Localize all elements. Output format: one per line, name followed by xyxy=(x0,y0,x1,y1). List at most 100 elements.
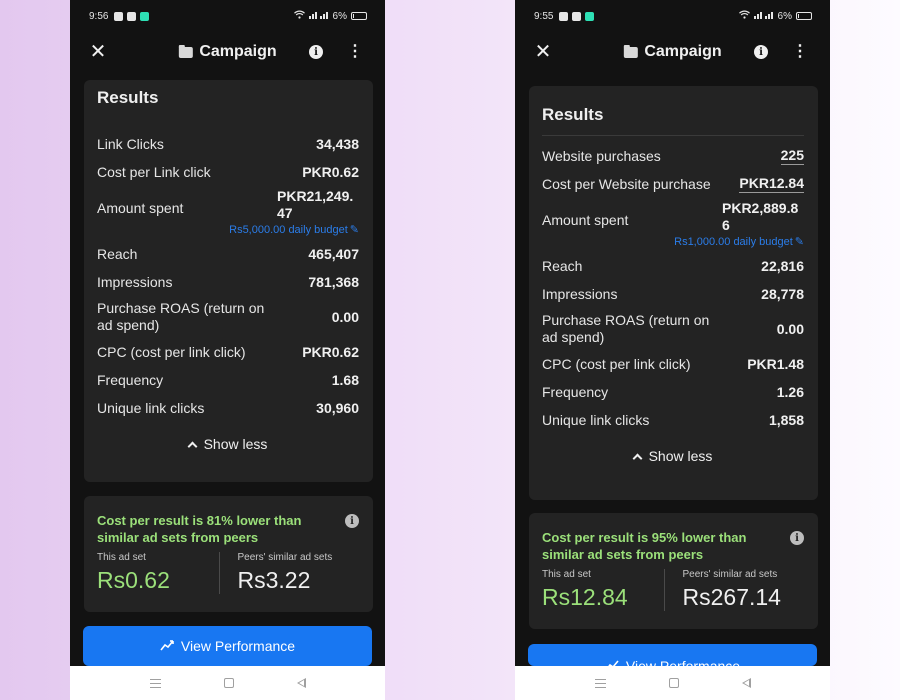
metric-row: Cost per Link click PKR0.62 xyxy=(97,158,359,186)
trend-icon xyxy=(605,659,619,666)
facebook-icon xyxy=(559,11,569,21)
snapchat-icon xyxy=(127,11,137,21)
more-options-button[interactable]: ⋮ xyxy=(347,44,363,60)
facebook-icon xyxy=(114,11,124,21)
peers-column: Peers' similar ad sets Rs3.22 xyxy=(218,552,360,594)
close-button[interactable]: ✕ xyxy=(88,42,108,62)
metric-label: Impressions xyxy=(97,273,173,290)
peers-column: Peers' similar ad sets Rs267.14 xyxy=(663,569,805,611)
metric-row: Amount spent PKR2,889.8 6 xyxy=(542,198,804,234)
comparison-text: Cost per result is 95% lower than simila… xyxy=(542,530,747,562)
back-icon[interactable] xyxy=(741,678,751,688)
peers-label: Peers' similar ad sets xyxy=(682,569,778,580)
chevron-up-icon xyxy=(632,453,643,463)
metric-label: Frequency xyxy=(542,383,609,400)
snapchat-icon xyxy=(572,11,582,21)
notification-icons xyxy=(114,11,150,21)
signal-icon xyxy=(753,10,774,22)
recent-apps-icon[interactable] xyxy=(149,678,161,688)
peers-value: Rs3.22 xyxy=(237,567,311,593)
daily-budget-link[interactable]: Rs1,000.00 daily budget ✎ xyxy=(542,234,804,252)
metric-label: Unique link clicks xyxy=(542,411,650,428)
page-title: Campaign xyxy=(178,43,277,61)
this-ad-set-column: This ad set Rs0.62 xyxy=(97,552,219,594)
metric-label: CPC (cost per link click) xyxy=(97,343,246,360)
metric-label: Frequency xyxy=(97,371,164,388)
info-button[interactable]: i xyxy=(754,45,768,59)
metric-row: Reach 465,407 xyxy=(97,240,359,268)
metric-value[interactable]: 225 xyxy=(780,147,804,165)
this-ad-set-label: This ad set xyxy=(542,569,591,580)
results-card: Results Website purchases 225 Cost per W… xyxy=(529,86,818,500)
info-icon[interactable]: i xyxy=(790,531,804,545)
metric-row: Link Clicks 34,438 xyxy=(97,130,359,158)
metric-row: CPC (cost per link click) PKR1.48 xyxy=(542,350,804,378)
metric-row: Unique link clicks 1,858 xyxy=(542,406,804,434)
signal-icon xyxy=(308,10,329,22)
status-time: 9:55 xyxy=(534,10,554,22)
metric-row: Purchase ROAS (return on ad spend) 0.00 xyxy=(542,308,804,350)
notification-icons xyxy=(559,11,595,21)
battery-icon xyxy=(351,12,367,20)
metric-value[interactable]: PKR12.84 xyxy=(739,175,804,193)
view-performance-button[interactable]: View Performance xyxy=(528,644,817,666)
status-bar: 9:55 6% xyxy=(515,0,830,32)
view-performance-button[interactable]: View Performance xyxy=(83,626,372,666)
peers-value: Rs267.14 xyxy=(682,584,781,610)
metric-row: Reach 22,816 xyxy=(542,252,804,280)
results-title: Results xyxy=(97,88,159,107)
home-icon[interactable] xyxy=(223,678,234,688)
pencil-icon: ✎ xyxy=(794,236,804,248)
phone-screen-left: 9:56 6% ✕ Campaign i ⋮ Results Link Clic… xyxy=(70,0,385,700)
close-button[interactable]: ✕ xyxy=(533,42,553,62)
metric-row: Impressions 781,368 xyxy=(97,268,359,296)
status-indicators: 6% xyxy=(738,10,812,22)
metric-label: Reach xyxy=(542,257,583,274)
recent-apps-icon[interactable] xyxy=(594,678,606,688)
metric-row: Purchase ROAS (return on ad spend) 0.00 xyxy=(97,296,359,338)
metric-row: Impressions 28,778 xyxy=(542,280,804,308)
peer-comparison-card: Cost per result is 81% lower than simila… xyxy=(84,496,373,612)
metric-row: Cost per Website purchase PKR12.84 xyxy=(542,170,804,198)
metric-value: 0.00 xyxy=(776,321,804,337)
app-header: ✕ Campaign i ⋮ xyxy=(70,32,385,72)
metric-value: 465,407 xyxy=(308,246,359,262)
this-ad-set-value: Rs0.62 xyxy=(97,567,170,593)
metric-value: 28,778 xyxy=(761,286,804,302)
home-icon[interactable] xyxy=(668,678,679,688)
metric-value: PKR1.48 xyxy=(747,356,804,372)
show-less-label: Show less xyxy=(203,436,268,452)
comparison-text: Cost per result is 81% lower than simila… xyxy=(97,513,302,545)
metric-row: Frequency 1.26 xyxy=(542,378,804,406)
metric-value: 1.68 xyxy=(331,372,359,388)
peer-comparison-card: Cost per result is 95% lower than simila… xyxy=(529,513,818,629)
chevron-up-icon xyxy=(187,441,198,451)
metric-value: 34,438 xyxy=(316,136,359,152)
show-less-button[interactable]: Show less xyxy=(542,434,804,478)
metric-value: PKR21,249. 47 xyxy=(277,188,354,221)
status-time: 9:56 xyxy=(89,10,109,22)
back-icon[interactable] xyxy=(296,678,306,688)
phone-screen-right: 9:55 6% ✕ Campaign i ⋮ Results Website p… xyxy=(515,0,830,700)
wifi-icon xyxy=(738,10,750,22)
app-notification-icon xyxy=(140,11,150,21)
trend-icon xyxy=(160,639,174,654)
view-performance-label: View Performance xyxy=(625,658,741,666)
metric-label: Impressions xyxy=(542,285,618,302)
status-bar: 9:56 6% xyxy=(70,0,385,32)
view-performance-label: View Performance xyxy=(180,638,296,654)
this-ad-set-column: This ad set Rs12.84 xyxy=(542,569,664,611)
battery-percent: 6% xyxy=(332,10,347,22)
info-icon[interactable]: i xyxy=(345,514,359,528)
page-title-text: Campaign xyxy=(644,43,722,60)
peers-label: Peers' similar ad sets xyxy=(237,552,333,563)
metric-value: PKR2,889.8 6 xyxy=(722,200,799,233)
metric-value: PKR0.62 xyxy=(302,164,359,180)
show-less-button[interactable]: Show less xyxy=(97,422,359,466)
system-nav-bar xyxy=(70,666,385,700)
results-card: Results Link Clicks 34,438 Cost per Link… xyxy=(84,80,373,482)
wifi-icon xyxy=(293,10,305,22)
info-button[interactable]: i xyxy=(309,45,323,59)
daily-budget-link[interactable]: Rs5,000.00 daily budget ✎ xyxy=(97,222,359,240)
more-options-button[interactable]: ⋮ xyxy=(792,44,808,60)
